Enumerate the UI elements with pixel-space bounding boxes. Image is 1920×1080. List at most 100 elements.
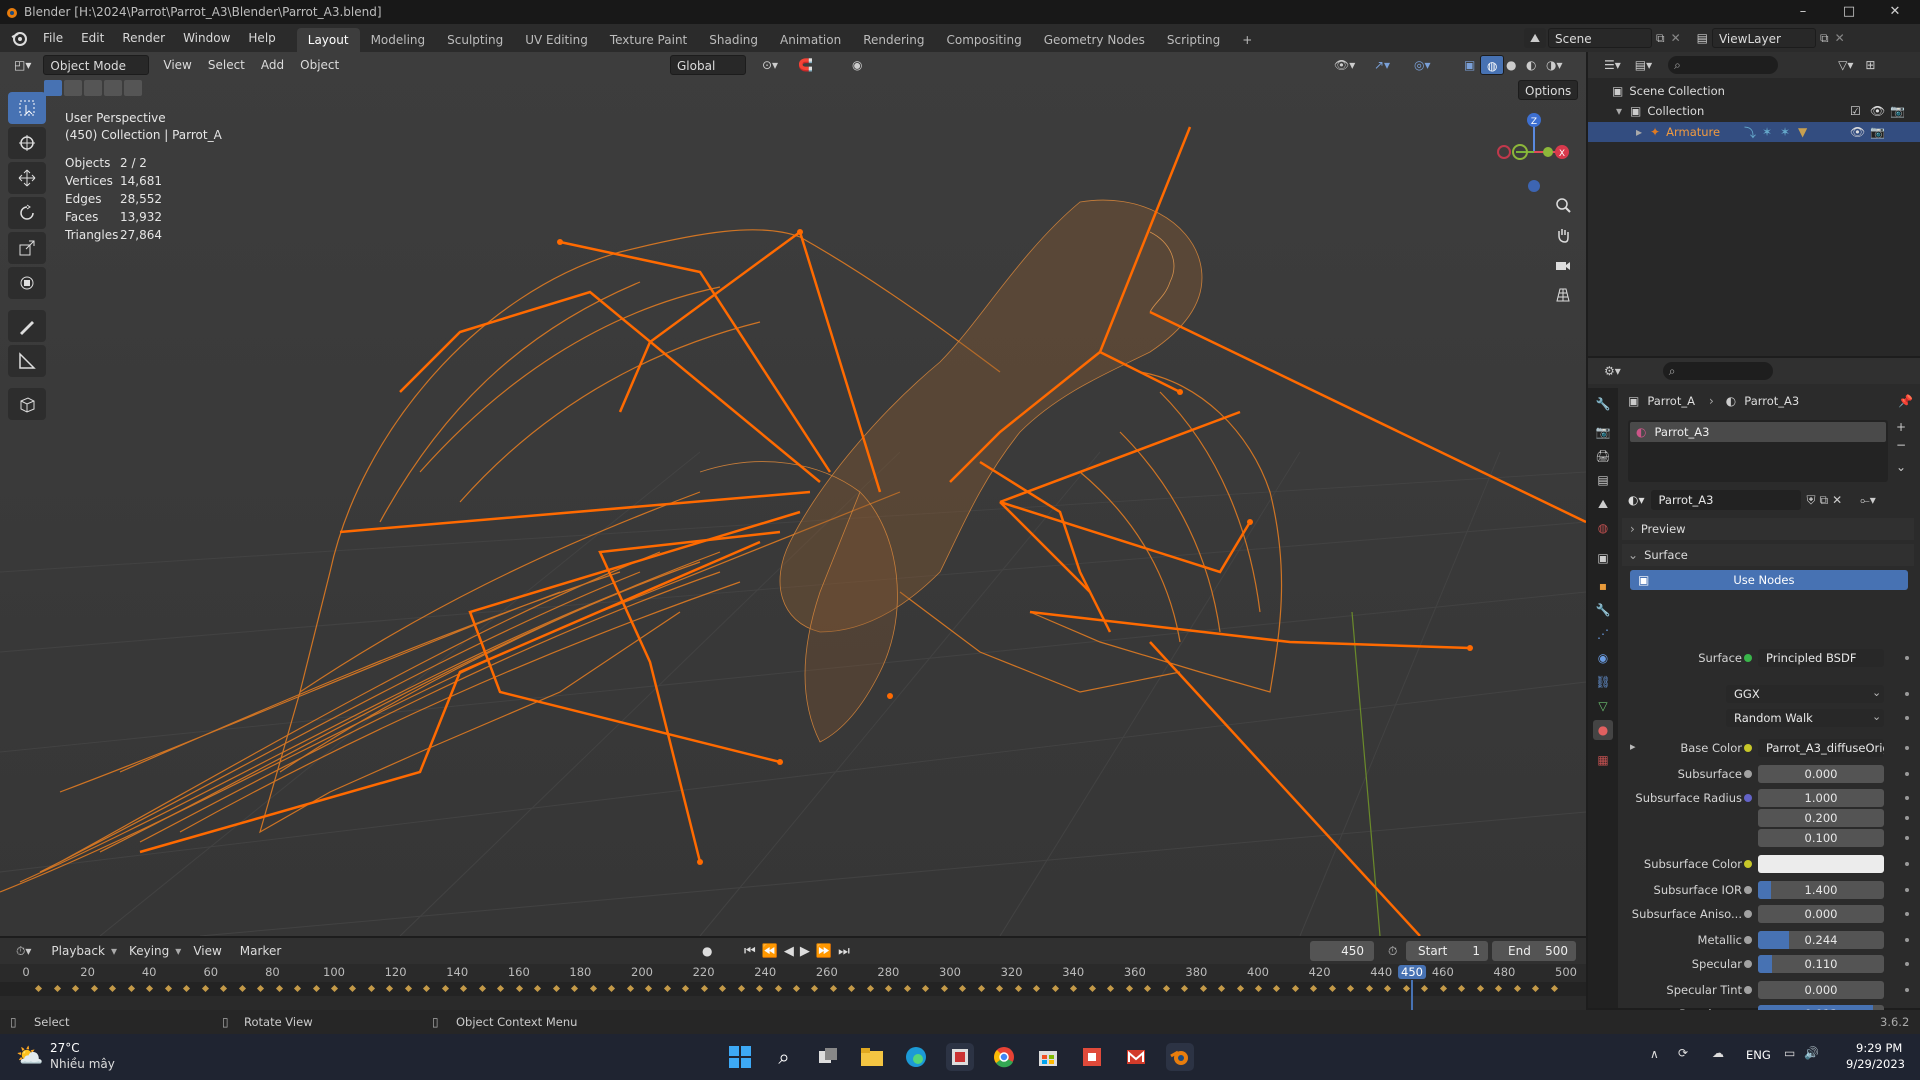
material-name-field[interactable]: Parrot_A3	[1650, 490, 1801, 510]
cursor-tool[interactable]	[8, 127, 46, 159]
number-slider[interactable]: 0.000	[1758, 905, 1884, 923]
rendered-shading-icon[interactable]: ◑▾	[1540, 55, 1569, 75]
node-link-field[interactable]: Principled BSDF	[1758, 649, 1884, 667]
delete-viewlayer-icon[interactable]: ✕	[1835, 31, 1845, 45]
menu-playback[interactable]: Playback	[45, 941, 111, 961]
view-layer-tab-icon[interactable]: ▤	[1593, 470, 1613, 490]
menu-keying[interactable]: Keying	[123, 941, 175, 961]
material-slot-list[interactable]: ◐ Parrot_A3	[1628, 420, 1888, 482]
office-app-icon[interactable]	[1078, 1043, 1106, 1071]
tab-scripting[interactable]: Scripting	[1156, 28, 1231, 52]
new-scene-icon[interactable]: ⧉	[1656, 31, 1665, 46]
properties-editor-icon[interactable]: ⚙▾	[1598, 361, 1627, 381]
grid-perspective-icon[interactable]	[1550, 282, 1576, 308]
menu-view[interactable]: View	[157, 55, 197, 75]
play-reverse-icon[interactable]: ◀	[784, 944, 794, 959]
tray-chevron-icon[interactable]: ∧	[1650, 1047, 1659, 1061]
timeline-editor-icon[interactable]: ⏱▾	[10, 941, 37, 961]
move-tool[interactable]	[8, 162, 46, 194]
menu-object[interactable]: Object	[294, 55, 345, 75]
tab-uv-editing[interactable]: UV Editing	[514, 28, 599, 52]
menu-add[interactable]: Add	[255, 55, 290, 75]
search-icon[interactable]: ⌕	[770, 1043, 798, 1071]
socket-dot-icon[interactable]	[1744, 986, 1752, 994]
select-box-tool[interactable]	[8, 92, 46, 124]
end-frame-field[interactable]: End 500	[1492, 941, 1576, 961]
checkbox-icon[interactable]: ☑	[1850, 104, 1861, 118]
visibility-icon[interactable]: 👁▾	[1328, 55, 1361, 75]
preview-panel-header[interactable]: › Preview	[1622, 518, 1914, 540]
bone-icon[interactable]: ✶	[1780, 125, 1790, 139]
object-tab-icon[interactable]: ▪	[1593, 576, 1613, 596]
options-dropdown[interactable]: Options	[1518, 80, 1579, 100]
snipping-tool-icon[interactable]	[946, 1043, 974, 1071]
file-explorer-icon[interactable]	[858, 1043, 886, 1071]
expand-icon[interactable]: ▸	[1636, 125, 1642, 139]
list-item[interactable]: ◐ Parrot_A3	[1630, 422, 1886, 442]
pan-hand-icon[interactable]	[1550, 222, 1576, 248]
jump-end-icon[interactable]: ⏭	[838, 944, 850, 959]
tab-geometry-nodes[interactable]: Geometry Nodes	[1033, 28, 1156, 52]
zoom-icon[interactable]	[1550, 192, 1576, 218]
socket-dot-icon[interactable]	[1744, 886, 1752, 894]
scene-collection-row[interactable]: ▣ Scene Collection	[1612, 84, 1725, 98]
add-workspace-button[interactable]: +	[1231, 28, 1263, 52]
socket-dot-icon[interactable]	[1744, 910, 1752, 918]
filter-icon[interactable]: ▽▾	[1832, 55, 1859, 75]
breadcrumb-object[interactable]: Parrot_A	[1647, 394, 1695, 408]
start-frame-field[interactable]: Start 1	[1406, 941, 1488, 961]
close-button[interactable]: ✕	[1872, 0, 1918, 24]
remove-slot-icon[interactable]: −	[1896, 438, 1906, 452]
editor-type-icon[interactable]: ◰▾	[8, 55, 37, 75]
select-intersect-icon[interactable]	[124, 80, 142, 96]
menu-help[interactable]: Help	[239, 24, 284, 52]
collection-tab-icon[interactable]: ▣	[1593, 548, 1613, 568]
number-slider[interactable]: 1.400	[1758, 881, 1884, 899]
keyframe-dot-icon[interactable]	[1905, 862, 1909, 866]
select-subtract-icon[interactable]	[84, 80, 102, 96]
prev-keyframe-icon[interactable]: ⏪	[762, 944, 778, 959]
collection-row[interactable]: ▾ ▣ Collection ☑ 👁 📷	[1616, 104, 1916, 118]
tab-animation[interactable]: Animation	[769, 28, 852, 52]
world-tab-icon[interactable]: ◍	[1593, 518, 1613, 538]
add-slot-icon[interactable]: +	[1896, 420, 1906, 434]
rotate-tool[interactable]	[8, 197, 46, 229]
weather-desc[interactable]: Nhiều mây	[50, 1057, 115, 1071]
scene-selector[interactable]: Scene	[1548, 28, 1652, 48]
blender-menu-icon[interactable]	[10, 29, 28, 47]
duplicate-material-icon[interactable]: ⧉	[1820, 493, 1829, 508]
clock-date[interactable]: 9/29/2023	[1846, 1057, 1905, 1071]
expand-icon[interactable]: ▸	[1630, 740, 1636, 753]
number-slider[interactable]: 0.110	[1758, 955, 1884, 973]
properties-search-input[interactable]: ⌕	[1662, 362, 1773, 380]
menu-render[interactable]: Render	[113, 24, 174, 52]
number-slider[interactable]: 0.000	[1758, 765, 1884, 783]
keyframe-dot-icon[interactable]	[1905, 692, 1909, 696]
playhead-line[interactable]	[1411, 980, 1413, 1010]
outliner-editor-icon[interactable]: ☰▾	[1598, 55, 1627, 75]
texture-tab-icon[interactable]: ▦	[1593, 750, 1613, 770]
output-tab-icon[interactable]: 🖨	[1593, 446, 1613, 466]
menu-file[interactable]: File	[34, 24, 72, 52]
select-invert-icon[interactable]	[104, 80, 122, 96]
number-slider[interactable]: 1.000	[1758, 789, 1884, 807]
scale-tool[interactable]	[8, 232, 46, 264]
language-indicator[interactable]: ENG	[1746, 1048, 1771, 1062]
keyframe-dot-icon[interactable]	[1905, 912, 1909, 916]
keyframe-dot-icon[interactable]	[1905, 772, 1909, 776]
windows-start-icon[interactable]	[726, 1043, 754, 1071]
navigation-gizmo[interactable]: Z X	[1490, 108, 1570, 198]
play-icon[interactable]: ▶	[800, 944, 810, 959]
cloud-icon[interactable]: ☁	[1712, 1046, 1724, 1060]
chrome-icon[interactable]	[990, 1043, 1018, 1071]
store-icon[interactable]	[1034, 1043, 1062, 1071]
physics-tab-icon[interactable]: ◉	[1593, 648, 1613, 668]
tab-texture-paint[interactable]: Texture Paint	[599, 28, 698, 52]
xray-icon[interactable]: ▣	[1458, 55, 1481, 75]
camera-icon[interactable]	[1550, 252, 1576, 278]
menu-edit[interactable]: Edit	[72, 24, 113, 52]
unlink-material-icon[interactable]: ✕	[1832, 493, 1842, 507]
current-frame-indicator[interactable]: 450	[1398, 965, 1426, 979]
jump-start-icon[interactable]: ⏮	[744, 944, 756, 959]
breadcrumb-material[interactable]: Parrot_A3	[1744, 394, 1799, 408]
